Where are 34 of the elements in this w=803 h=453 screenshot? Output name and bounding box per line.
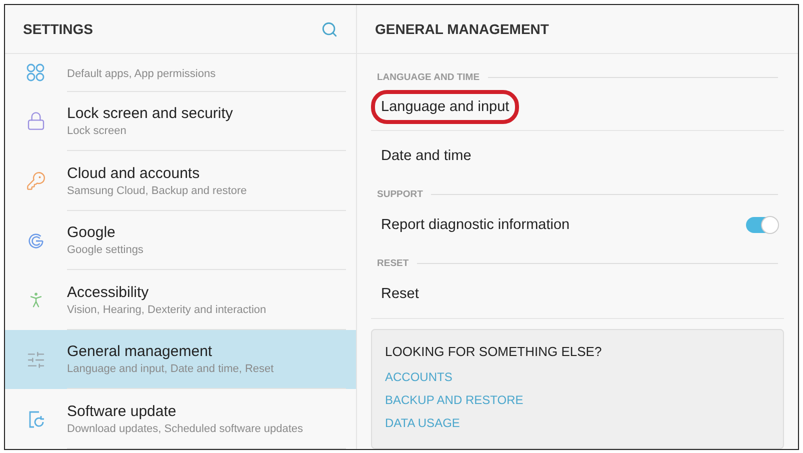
page-title: GENERAL MANAGEMENT — [375, 21, 549, 37]
item-title: General management — [67, 343, 214, 360]
toggle-switch[interactable] — [746, 217, 778, 233]
setting-row[interactable]: Report diagnostic information — [371, 200, 784, 250]
settings-item[interactable]: Cloud and accounts Samsung Cloud, Backup and restore — [5, 151, 356, 211]
setting-row[interactable]: Date and time — [371, 131, 784, 181]
item-subtitle: Vision, Hearing, Dexterity and interaction — [67, 304, 268, 316]
search-icon[interactable] — [321, 20, 338, 38]
item-title: Google — [67, 224, 116, 242]
setting-label: Report diagnostic information — [380, 216, 571, 235]
settings-item[interactable]: Lock screen and security Lock screen — [5, 92, 356, 152]
settings-item[interactable]: Google Google settings — [5, 210, 356, 270]
setting-row[interactable]: Reset — [371, 269, 784, 319]
item-subtitle: Default apps, App permissions — [67, 68, 217, 80]
section-header: LANGUAGE AND TIME — [377, 72, 480, 83]
item-subtitle: Lock screen — [67, 124, 128, 137]
settings-item[interactable]: Software update Download updates, Scheduled software updates — [5, 389, 356, 449]
setting-row[interactable]: Language and input — [371, 83, 784, 131]
item-title: Software update — [67, 402, 178, 420]
item-title: Lock screen and security — [67, 104, 234, 122]
card-title: LOOKING FOR SOMETHING ELSE? — [385, 344, 603, 359]
setting-label: Language and input — [371, 90, 520, 124]
item-subtitle: Samsung Cloud, Backup and restore — [67, 184, 248, 197]
settings-item[interactable]: General management Language and input, Date and time, Reset — [5, 330, 356, 390]
item-subtitle: Download updates, Scheduled software updates — [67, 422, 304, 435]
item-subtitle: Google settings — [67, 244, 144, 256]
setting-label: Date and time — [380, 147, 472, 166]
item-title: Cloud and accounts — [67, 164, 201, 182]
item-subtitle: Language and input, Date and time, Reset — [67, 363, 275, 376]
section-header: SUPPORT — [377, 189, 423, 200]
setting-label: Reset — [380, 284, 420, 304]
item-title: Accessibility — [67, 284, 150, 301]
settings-title: SETTINGS — [23, 21, 94, 37]
section-header: RESET — [377, 258, 409, 269]
